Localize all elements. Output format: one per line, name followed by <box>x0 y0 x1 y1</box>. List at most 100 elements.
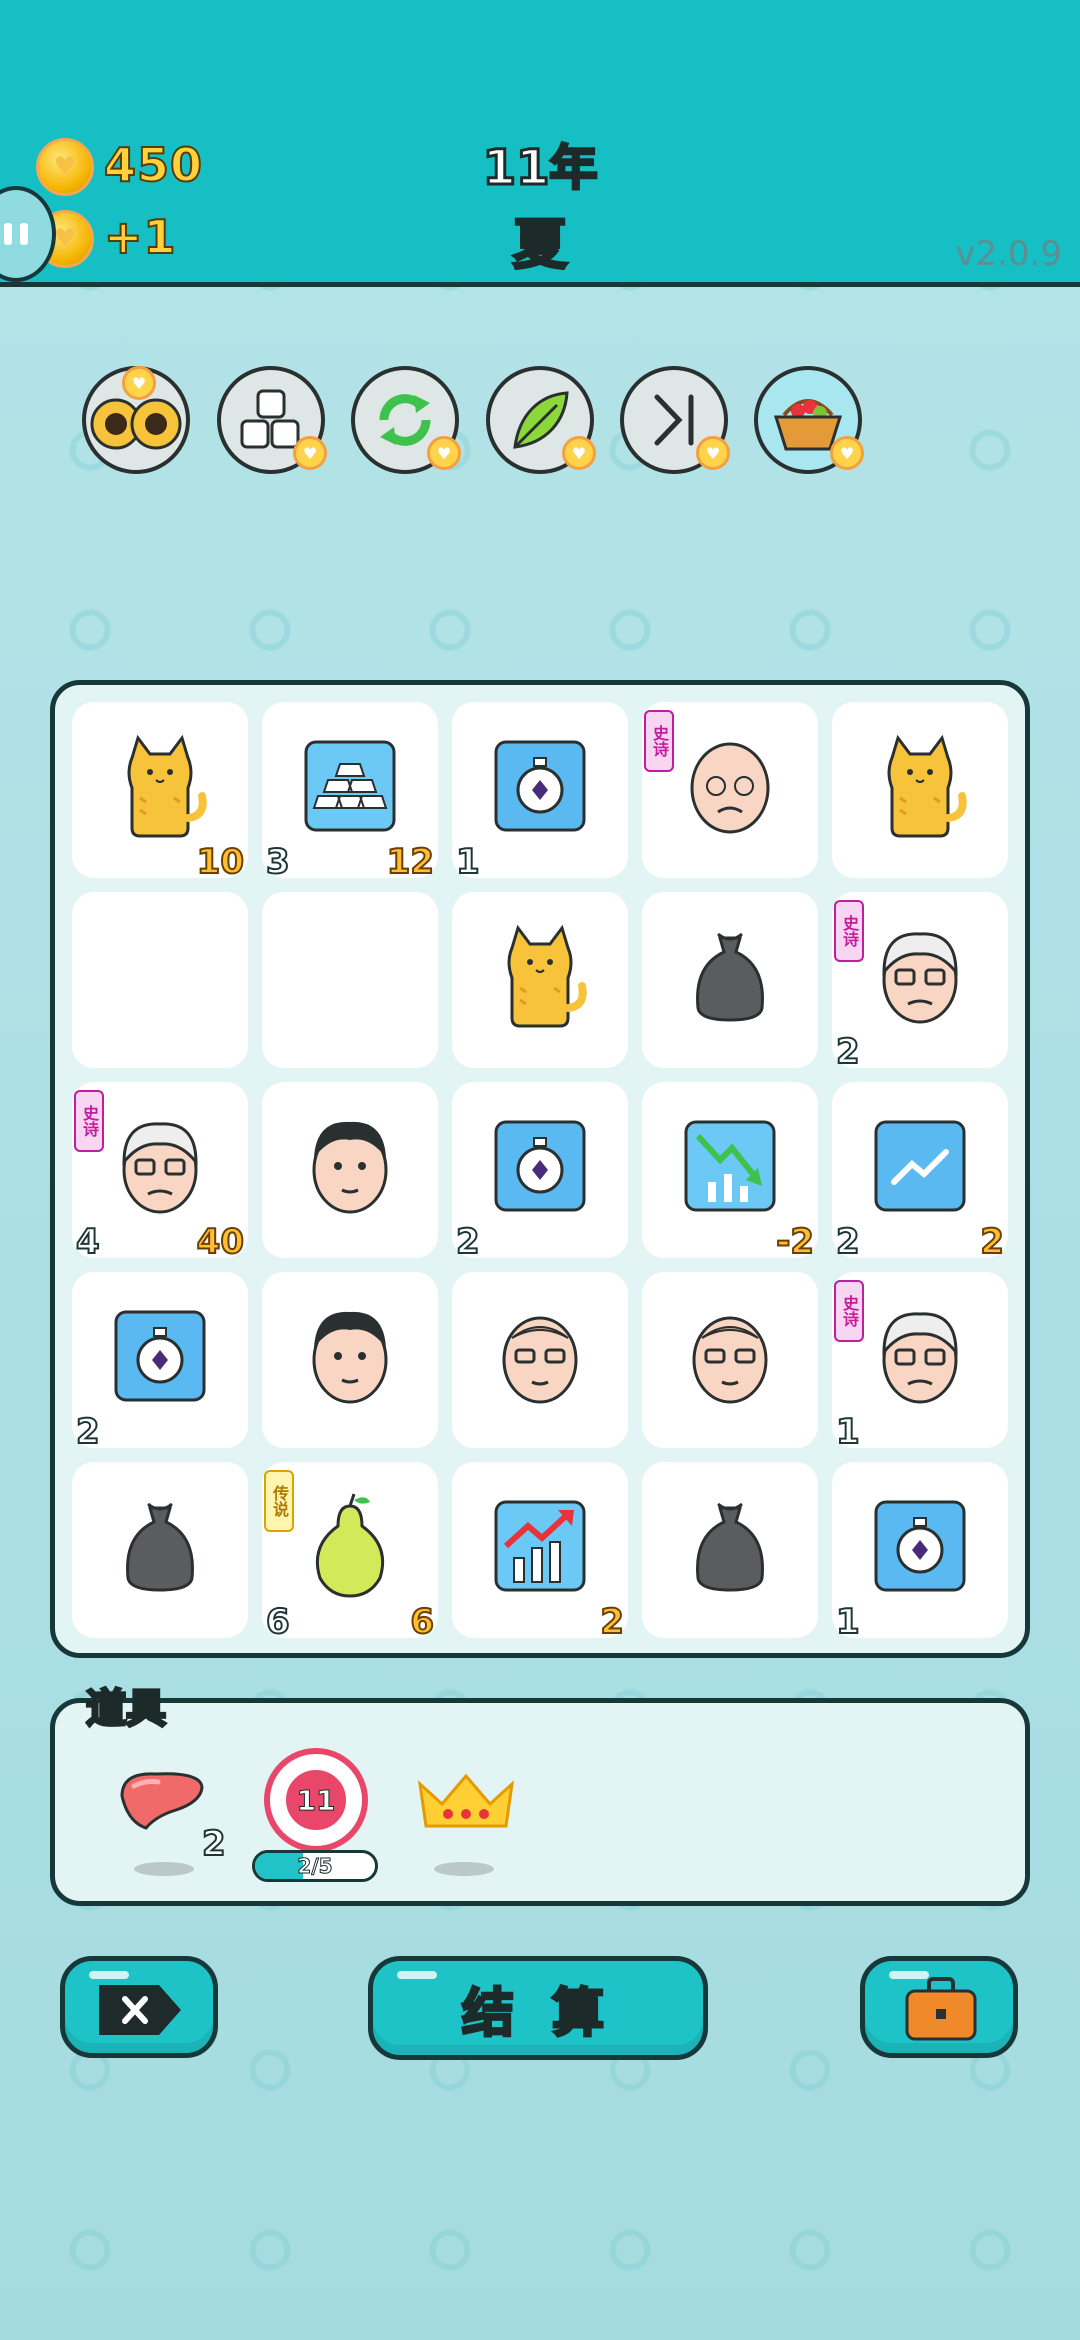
silver-bars-icon <box>300 732 400 840</box>
cell-value: 2 <box>979 1221 1005 1263</box>
chart-down-icon <box>680 1112 780 1220</box>
rarity-tag: 史诗 <box>834 1280 864 1342</box>
top-bar: ♥ 450 ♥ +1 11年 夏 v2.0.9 <box>0 0 1080 287</box>
cell-value: 6 <box>409 1601 435 1643</box>
cell-count: 1 <box>835 1411 861 1453</box>
coin-icon: ♥ <box>36 138 94 196</box>
version-label: v2.0.9 <box>955 234 1062 274</box>
board-cell-pear[interactable]: 传说 6 6 <box>262 1462 438 1643</box>
coin-count: 450 <box>103 137 204 193</box>
board-cell-trash-bag[interactable] <box>642 1462 818 1638</box>
board-cell-cat[interactable] <box>832 702 1008 878</box>
cat-icon <box>110 732 210 840</box>
tool-leaf[interactable]: ♥ <box>486 366 596 474</box>
board-cell-grandpa[interactable]: 史诗 4 40 <box>72 1082 248 1263</box>
tool-blocks[interactable]: ♥ <box>217 366 327 474</box>
board-cell-chart-up[interactable]: 2 <box>452 1462 628 1643</box>
board-cell-bald-old-man[interactable]: 史诗 <box>642 702 818 878</box>
grandpa-icon <box>870 1302 970 1410</box>
cell-count: 6 <box>265 1601 291 1643</box>
cell-value: 12 <box>386 841 435 883</box>
glasses-man-icon <box>680 1302 780 1410</box>
board-cell-trash-bag[interactable] <box>72 1462 248 1638</box>
cell-count: 1 <box>835 1601 861 1643</box>
stopwatch-icon <box>110 1302 210 1410</box>
cell-value: 10 <box>196 841 245 883</box>
season-label: 夏 <box>512 212 569 278</box>
briefcase-icon <box>905 1977 977 2041</box>
cell-count: 2 <box>455 1221 481 1263</box>
liver-icon <box>120 1772 204 1830</box>
cell-value: 40 <box>196 1221 245 1263</box>
stopwatch-icon <box>870 1492 970 1600</box>
liver-prop[interactable] <box>116 1766 208 1834</box>
crown-prop[interactable] <box>414 1770 518 1838</box>
tool-basket[interactable]: ♥ <box>754 366 864 474</box>
board-cell-grandpa[interactable]: 史诗 1 <box>832 1272 1008 1453</box>
tool-refresh[interactable]: ♥ <box>351 366 461 474</box>
stopwatch-icon <box>490 1112 590 1220</box>
close-button[interactable] <box>60 1956 218 2058</box>
trash-bag-icon <box>680 1492 780 1600</box>
cell-count: 3 <box>265 841 291 883</box>
board-cell-trash-bag[interactable] <box>642 892 818 1068</box>
glasses-man-icon <box>490 1302 590 1410</box>
tool-skip[interactable]: ♥ <box>620 366 730 474</box>
settle-button[interactable]: 结 算 <box>368 1956 708 2060</box>
bag-button[interactable] <box>860 1956 1018 2058</box>
cell-count: 4 <box>75 1221 101 1263</box>
target-prop[interactable]: 11 <box>264 1748 368 1852</box>
young-man-icon <box>300 1112 400 1220</box>
cat-icon <box>870 732 970 840</box>
young-man-icon <box>300 1302 400 1410</box>
crown-shadow <box>434 1862 494 1876</box>
cell-count: 2 <box>75 1411 101 1453</box>
trash-bag-icon <box>680 922 780 1030</box>
grandpa-icon <box>870 922 970 1030</box>
target-number: 11 <box>281 1765 351 1835</box>
liver-shadow <box>134 1862 194 1876</box>
board-cell-young-man[interactable] <box>262 1082 438 1258</box>
board-cell-silver-bars[interactable]: 3 12 <box>262 702 438 883</box>
cell-count: 1 <box>455 841 481 883</box>
board-cell-stopwatch[interactable]: 2 <box>72 1272 248 1453</box>
board-cell-empty[interactable] <box>72 892 248 1068</box>
bald-old-man-icon <box>680 732 780 840</box>
heart-badge-icon: ♥ <box>562 436 596 470</box>
liver-count: 2 <box>201 1823 227 1865</box>
settle-label: 结 算 <box>460 1982 615 2045</box>
cell-value: -2 <box>775 1221 815 1263</box>
rarity-tag: 史诗 <box>834 900 864 962</box>
board-cell-cat[interactable]: 10 <box>72 702 248 883</box>
board-cell-stopwatch[interactable]: 1 <box>452 702 628 883</box>
cat-icon <box>490 922 590 1030</box>
board-cell-young-man[interactable] <box>262 1272 438 1448</box>
cell-value: 2 <box>599 1601 625 1643</box>
rarity-tag: 史诗 <box>74 1090 104 1152</box>
rarity-tag: 史诗 <box>644 710 674 772</box>
board-cell-glasses-man[interactable] <box>642 1272 818 1448</box>
heart-badge-icon: ♥ <box>427 436 461 470</box>
board-cell-chart-down[interactable]: -2 <box>642 1082 818 1263</box>
heart-badge-icon: ♥ <box>830 436 864 470</box>
board-cell-cat[interactable] <box>452 892 628 1068</box>
cell-count: 2 <box>835 1031 861 1073</box>
pause-icon-bar <box>20 223 28 245</box>
stopwatch-icon <box>490 732 590 840</box>
chart-up-icon <box>490 1492 590 1600</box>
heart-badge-icon: ♥ <box>293 436 327 470</box>
heart-badge-icon: ♥ <box>696 436 730 470</box>
tool-cats[interactable]: ♥ <box>82 366 190 474</box>
grandpa-icon <box>110 1112 210 1220</box>
pear-icon <box>300 1492 400 1600</box>
coin-gain: +1 <box>103 209 177 265</box>
board-cell-grandpa[interactable]: 史诗 2 <box>832 892 1008 1073</box>
props-title: 道具 <box>85 1685 168 1734</box>
board-cell-stopwatch[interactable]: 2 <box>452 1082 628 1263</box>
board-cell-chart-up-card[interactable]: 22 <box>832 1082 1008 1263</box>
board-cell-stopwatch[interactable]: 1 <box>832 1462 1008 1643</box>
board-cell-empty[interactable] <box>262 892 438 1068</box>
target-progress-text: 2/5 <box>297 1854 333 1879</box>
board-cell-glasses-man[interactable] <box>452 1272 628 1448</box>
chart-up-card-icon <box>870 1112 970 1220</box>
